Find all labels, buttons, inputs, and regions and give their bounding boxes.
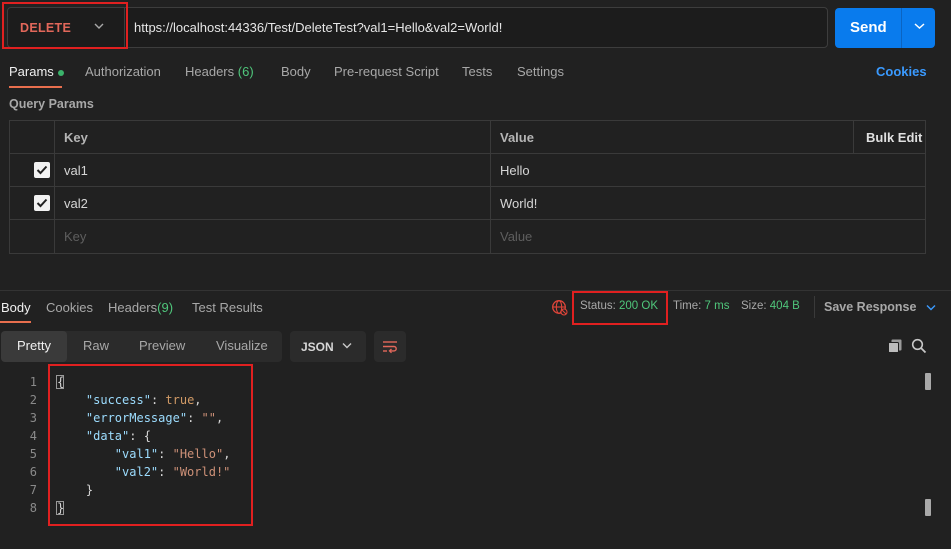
new-key-input[interactable]: Key <box>64 229 86 244</box>
tab-response-headers-label: Headers <box>108 300 158 315</box>
new-value-input[interactable]: Value <box>500 229 532 244</box>
chevron-down-icon <box>926 305 936 311</box>
tab-params-label: Params <box>9 64 54 79</box>
param-value[interactable]: Hello <box>500 163 530 178</box>
tab-response-cookies[interactable]: Cookies <box>46 300 93 315</box>
tab-response-headers[interactable]: Headers(9) <box>108 300 173 315</box>
param-checkbox[interactable] <box>34 162 50 178</box>
search-icon[interactable] <box>911 338 927 354</box>
tab-settings[interactable]: Settings <box>517 64 564 79</box>
mode-raw[interactable]: Raw <box>83 338 109 353</box>
chevron-down-icon <box>342 343 352 349</box>
send-label: Send <box>850 19 887 36</box>
line-number: 6 <box>29 465 37 479</box>
size-label: Size: <box>741 300 767 312</box>
tab-headers[interactable]: Headers (6) <box>185 64 254 79</box>
line-number: 8 <box>29 501 37 515</box>
table-row-empty: Key Value <box>10 220 925 253</box>
tab-authorization[interactable]: Authorization <box>85 64 161 79</box>
save-response-label: Save Response <box>824 300 917 314</box>
param-checkbox[interactable] <box>34 195 50 211</box>
line-number: 5 <box>29 447 37 461</box>
cookies-link[interactable]: Cookies <box>876 64 927 79</box>
status-annotation-box <box>572 291 668 325</box>
headers-count: (6) <box>237 64 254 79</box>
wrap-text-icon <box>383 341 397 354</box>
time-value: 7 ms <box>704 300 730 312</box>
response-annotation-box <box>48 364 253 526</box>
line-number: 2 <box>29 393 37 407</box>
query-params-title: Query Params <box>9 97 94 111</box>
tab-prerequest-script[interactable]: Pre-request Script <box>334 64 439 79</box>
globe-network-icon[interactable] <box>551 299 568 316</box>
bulk-edit-button[interactable]: Bulk Edit <box>866 130 922 145</box>
time-label: Time: <box>673 300 702 312</box>
time-indicator[interactable]: Time: 7 ms <box>673 300 729 312</box>
request-bar: DELETE https://localhost:44336/Test/Dele… <box>7 7 828 48</box>
method-annotation-box <box>2 2 128 49</box>
tab-test-results[interactable]: Test Results <box>192 300 263 315</box>
tab-params[interactable]: Params <box>9 64 64 79</box>
wrap-lines-button[interactable] <box>374 331 406 362</box>
param-key[interactable]: val2 <box>64 196 88 211</box>
line-number: 1 <box>29 375 37 389</box>
mode-preview[interactable]: Preview <box>139 338 185 353</box>
format-label: JSON <box>301 340 334 354</box>
check-icon <box>36 198 48 208</box>
pane-divider[interactable] <box>0 290 951 291</box>
size-indicator[interactable]: Size: 404 B <box>741 300 800 312</box>
response-headers-count: (9) <box>157 300 174 315</box>
size-value: 404 B <box>769 300 800 312</box>
key-column-header: Key <box>64 130 88 145</box>
copy-icon[interactable] <box>887 338 903 354</box>
tab-tests[interactable]: Tests <box>462 64 492 79</box>
mode-visualize[interactable]: Visualize <box>216 338 268 353</box>
query-params-table: Key Value Bulk Edit val1 Hello val2 Worl… <box>9 120 926 254</box>
table-header-row: Key Value Bulk Edit <box>10 121 925 154</box>
tab-headers-label: Headers <box>185 64 235 79</box>
send-button[interactable]: Send <box>835 8 935 48</box>
param-key[interactable]: val1 <box>64 163 88 178</box>
line-number: 4 <box>29 429 37 443</box>
mode-pretty[interactable]: Pretty <box>17 338 51 353</box>
line-number: 7 <box>29 483 37 497</box>
format-select[interactable]: JSON <box>290 331 366 362</box>
active-response-tab-indicator <box>0 321 31 323</box>
param-value[interactable]: World! <box>500 196 537 211</box>
table-row: val2 World! <box>10 187 925 220</box>
save-response-button[interactable]: Save Response <box>824 300 936 314</box>
scrollbar-top[interactable] <box>925 373 931 390</box>
tab-response-body[interactable]: Body <box>1 300 31 315</box>
url-input[interactable]: https://localhost:44336/Test/DeleteTest?… <box>134 20 502 35</box>
check-icon <box>36 165 48 175</box>
active-tab-indicator <box>9 86 62 88</box>
params-active-dot <box>57 69 64 76</box>
table-row: val1 Hello <box>10 154 925 187</box>
line-number: 3 <box>29 411 37 425</box>
chevron-down-icon[interactable] <box>914 22 925 30</box>
tab-body[interactable]: Body <box>281 64 311 79</box>
value-column-header: Value <box>500 130 534 145</box>
scrollbar-bottom[interactable] <box>925 499 931 516</box>
